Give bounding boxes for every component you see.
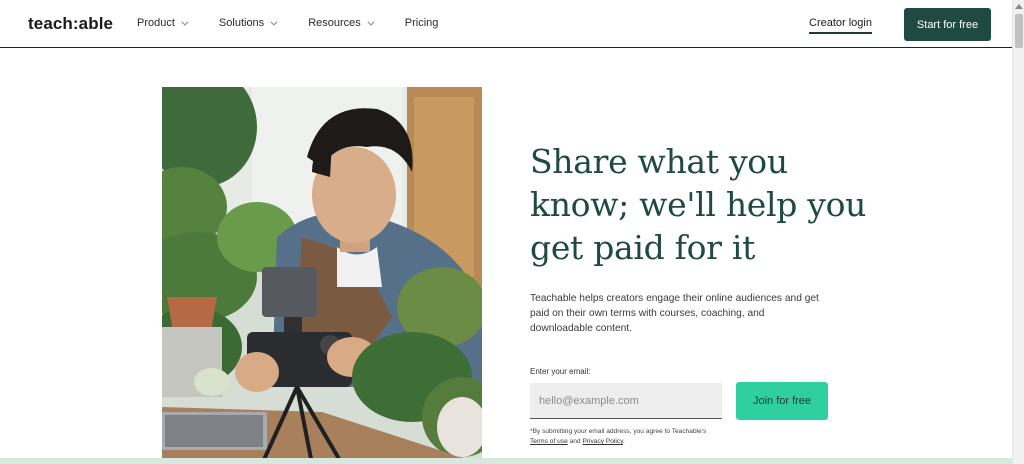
next-section-band bbox=[0, 458, 1012, 464]
disclaimer-text: *By submitting your email address, you a… bbox=[530, 428, 707, 435]
nav-product-label: Product bbox=[137, 17, 175, 29]
terms-of-use-link[interactable]: Terms of use bbox=[530, 438, 568, 445]
scroll-up-arrow-icon[interactable] bbox=[1015, 4, 1023, 9]
page-scrollbar[interactable] bbox=[1012, 0, 1024, 464]
creator-login-link[interactable]: Creator login bbox=[809, 17, 872, 34]
join-for-free-button[interactable]: Join for free bbox=[736, 382, 828, 420]
scroll-thumb[interactable] bbox=[1015, 14, 1023, 48]
creator-filming-plants-photo bbox=[162, 87, 482, 464]
hero-headline: Share what you know; we'll help you get … bbox=[530, 142, 867, 267]
chevron-down-icon bbox=[181, 18, 189, 26]
top-nav-bar: teach:able Product Solutions Resources P… bbox=[0, 0, 1012, 48]
email-disclaimer: *By submitting your email address, you a… bbox=[530, 427, 720, 447]
chevron-down-icon bbox=[270, 18, 278, 26]
disclaimer-period: . bbox=[623, 438, 625, 445]
nav-solutions-label: Solutions bbox=[218, 17, 265, 29]
nav-resources-label: Resources bbox=[308, 17, 361, 29]
nav-pricing-label: Pricing bbox=[404, 17, 439, 29]
nav-solutions[interactable]: Solutions bbox=[218, 17, 278, 29]
hero-subtext: Teachable helps creators engage their on… bbox=[530, 293, 819, 334]
email-input[interactable] bbox=[530, 383, 722, 419]
disclaimer-and: and bbox=[569, 438, 581, 445]
hero-photo bbox=[162, 87, 482, 464]
main-nav: Product Solutions Resources Pricing bbox=[137, 17, 471, 29]
nav-product[interactable]: Product bbox=[137, 17, 189, 29]
nav-pricing[interactable]: Pricing bbox=[405, 17, 439, 29]
chevron-down-icon bbox=[367, 18, 375, 26]
teachable-logo[interactable]: teach:able bbox=[28, 14, 113, 34]
privacy-policy-link[interactable]: Privacy Policy bbox=[582, 438, 623, 445]
start-for-free-button[interactable]: Start for free bbox=[904, 8, 991, 41]
email-label: Enter your email: bbox=[530, 367, 591, 376]
nav-resources[interactable]: Resources bbox=[308, 17, 375, 29]
